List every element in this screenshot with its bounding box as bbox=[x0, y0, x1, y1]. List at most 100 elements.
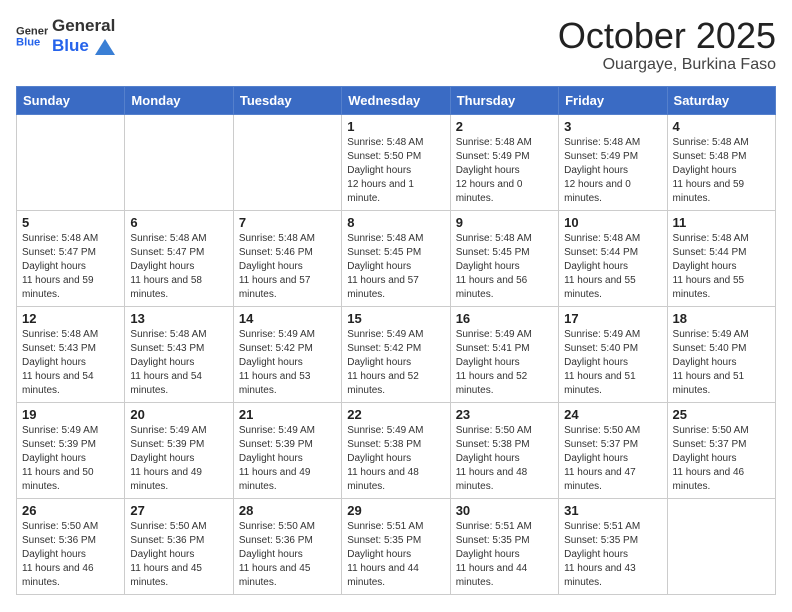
day-info: Sunrise: 5:48 AMSunset: 5:43 PMDaylight … bbox=[130, 328, 227, 398]
day-info: Sunrise: 5:51 AMSunset: 5:35 PMDaylight … bbox=[564, 520, 661, 590]
calendar-cell: 31 Sunrise: 5:51 AMSunset: 5:35 PMDayligh… bbox=[559, 498, 667, 594]
week-row-2: 5Sunrise: 5:48 AMSunset: 5:47 PMDaylight… bbox=[17, 210, 776, 306]
day-info: Sunrise: 5:48 AMSunset: 5:45 PMDaylight … bbox=[347, 232, 444, 302]
week-row-1: 1Sunrise: 5:48 AMSunset: 5:50 PMDaylight… bbox=[17, 114, 776, 210]
day-info: Sunrise: 5:48 AMSunset: 5:49 PMDaylight … bbox=[564, 136, 661, 206]
day-number: 14 bbox=[239, 311, 336, 326]
day-info: Sunrise: 5:48 AMSunset: 5:46 PMDaylight … bbox=[239, 232, 336, 302]
calendar-cell: 28Sunrise: 5:50 AMSunset: 5:36 PMDayligh… bbox=[233, 498, 341, 594]
calendar-cell: 26 Sunrise: 5:50 AMSunset: 5:36 PMDayligh… bbox=[17, 498, 125, 594]
day-number: 25 bbox=[673, 407, 770, 422]
day-number: 11 bbox=[673, 215, 770, 230]
day-info: Sunrise: 5:48 AMSunset: 5:48 PMDaylight … bbox=[673, 136, 770, 206]
day-info: Sunrise: 5:49 AMSunset: 5:39 PMDaylight … bbox=[22, 424, 119, 494]
day-info: Sunrise: 5:48 AMSunset: 5:45 PMDaylight … bbox=[456, 232, 553, 302]
calendar-cell: 10 Sunrise: 5:48 AMSunset: 5:44 PMDayligh… bbox=[559, 210, 667, 306]
calendar-cell: 16 Sunrise: 5:49 AMSunset: 5:41 PMDayligh… bbox=[450, 306, 558, 402]
day-info: Sunrise: 5:48 AMSunset: 5:44 PMDaylight … bbox=[673, 232, 770, 302]
calendar-cell bbox=[125, 114, 233, 210]
svg-text:Blue: Blue bbox=[16, 37, 40, 49]
day-info: Sunrise: 5:48 AMSunset: 5:49 PMDaylight … bbox=[456, 136, 553, 206]
day-info: Sunrise: 5:48 AMSunset: 5:47 PMDaylight … bbox=[22, 232, 119, 302]
day-number: 12 bbox=[22, 311, 119, 326]
calendar-cell: 25 Sunrise: 5:50 AMSunset: 5:37 PMDayligh… bbox=[667, 402, 775, 498]
day-number: 26 bbox=[22, 503, 119, 518]
calendar-cell: 8Sunrise: 5:48 AMSunset: 5:45 PMDaylight… bbox=[342, 210, 450, 306]
day-number: 29 bbox=[347, 503, 444, 518]
day-number: 9 bbox=[456, 215, 553, 230]
logo-icon: General Blue bbox=[16, 20, 48, 52]
day-number: 19 bbox=[22, 407, 119, 422]
calendar-cell: 30 Sunrise: 5:51 AMSunset: 5:35 PMDayligh… bbox=[450, 498, 558, 594]
day-info: Sunrise: 5:49 AMSunset: 5:39 PMDaylight … bbox=[239, 424, 336, 494]
day-info: Sunrise: 5:50 AMSunset: 5:37 PMDaylight … bbox=[564, 424, 661, 494]
weekday-header-saturday: Saturday bbox=[667, 86, 775, 114]
calendar-cell: 19 Sunrise: 5:49 AMSunset: 5:39 PMDayligh… bbox=[17, 402, 125, 498]
day-number: 4 bbox=[673, 119, 770, 134]
day-info: Sunrise: 5:49 AMSunset: 5:42 PMDaylight … bbox=[239, 328, 336, 398]
calendar-cell: 12Sunrise: 5:48 AMSunset: 5:43 PMDayligh… bbox=[17, 306, 125, 402]
calendar-cell bbox=[667, 498, 775, 594]
day-info: Sunrise: 5:50 AMSunset: 5:37 PMDaylight … bbox=[673, 424, 770, 494]
day-number: 13 bbox=[130, 311, 227, 326]
day-info: Sunrise: 5:50 AMSunset: 5:36 PMDaylight … bbox=[22, 520, 119, 590]
day-number: 22 bbox=[347, 407, 444, 422]
calendar-cell: 3Sunrise: 5:48 AMSunset: 5:49 PMDaylight… bbox=[559, 114, 667, 210]
day-info: Sunrise: 5:48 AMSunset: 5:44 PMDaylight … bbox=[564, 232, 661, 302]
calendar-table: SundayMondayTuesdayWednesdayThursdayFrid… bbox=[16, 86, 776, 595]
calendar-cell: 17Sunrise: 5:49 AMSunset: 5:40 PMDayligh… bbox=[559, 306, 667, 402]
location-text: Ouargaye, Burkina Faso bbox=[558, 56, 776, 74]
day-number: 18 bbox=[673, 311, 770, 326]
logo-general-text: General bbox=[52, 16, 115, 36]
day-number: 16 bbox=[456, 311, 553, 326]
day-number: 27 bbox=[130, 503, 227, 518]
page-header: General Blue General Blue October 2025 O… bbox=[16, 16, 776, 74]
day-number: 31 bbox=[564, 503, 661, 518]
calendar-cell: 4 Sunrise: 5:48 AMSunset: 5:48 PMDaylight… bbox=[667, 114, 775, 210]
weekday-header-monday: Monday bbox=[125, 86, 233, 114]
calendar-cell: 22 Sunrise: 5:49 AMSunset: 5:38 PMDayligh… bbox=[342, 402, 450, 498]
calendar-cell: 29Sunrise: 5:51 AMSunset: 5:35 PMDayligh… bbox=[342, 498, 450, 594]
day-info: Sunrise: 5:51 AMSunset: 5:35 PMDaylight … bbox=[456, 520, 553, 590]
day-info: Sunrise: 5:49 AMSunset: 5:40 PMDaylight … bbox=[673, 328, 770, 398]
calendar-cell: 15Sunrise: 5:49 AMSunset: 5:42 PMDayligh… bbox=[342, 306, 450, 402]
calendar-cell: 27Sunrise: 5:50 AMSunset: 5:36 PMDayligh… bbox=[125, 498, 233, 594]
calendar-cell: 18 Sunrise: 5:49 AMSunset: 5:40 PMDayligh… bbox=[667, 306, 775, 402]
day-number: 28 bbox=[239, 503, 336, 518]
weekday-header-tuesday: Tuesday bbox=[233, 86, 341, 114]
day-info: Sunrise: 5:49 AMSunset: 5:40 PMDaylight … bbox=[564, 328, 661, 398]
calendar-cell: 5Sunrise: 5:48 AMSunset: 5:47 PMDaylight… bbox=[17, 210, 125, 306]
day-info: Sunrise: 5:48 AMSunset: 5:50 PMDaylight … bbox=[347, 136, 444, 206]
weekday-header-row: SundayMondayTuesdayWednesdayThursdayFrid… bbox=[17, 86, 776, 114]
calendar-cell bbox=[233, 114, 341, 210]
calendar-cell: 20Sunrise: 5:49 AMSunset: 5:39 PMDayligh… bbox=[125, 402, 233, 498]
day-number: 10 bbox=[564, 215, 661, 230]
day-number: 6 bbox=[130, 215, 227, 230]
weekday-header-wednesday: Wednesday bbox=[342, 86, 450, 114]
calendar-cell: 14 Sunrise: 5:49 AMSunset: 5:42 PMDayligh… bbox=[233, 306, 341, 402]
calendar-cell: 11 Sunrise: 5:48 AMSunset: 5:44 PMDayligh… bbox=[667, 210, 775, 306]
month-title: October 2025 bbox=[558, 16, 776, 56]
logo: General Blue General Blue bbox=[16, 16, 115, 56]
day-number: 15 bbox=[347, 311, 444, 326]
title-block: October 2025 Ouargaye, Burkina Faso bbox=[558, 16, 776, 74]
day-info: Sunrise: 5:48 AMSunset: 5:47 PMDaylight … bbox=[130, 232, 227, 302]
calendar-cell: 1Sunrise: 5:48 AMSunset: 5:50 PMDaylight… bbox=[342, 114, 450, 210]
weekday-header-friday: Friday bbox=[559, 86, 667, 114]
logo-arrow-icon bbox=[95, 39, 115, 55]
day-info: Sunrise: 5:50 AMSunset: 5:38 PMDaylight … bbox=[456, 424, 553, 494]
week-row-3: 12 Sunrise: 5:48 AMSunset: 5:43 PMDayligh… bbox=[17, 306, 776, 402]
week-row-4: 19 Sunrise: 5:49 AMSunset: 5:39 PMDayligh… bbox=[17, 402, 776, 498]
day-info: Sunrise: 5:49 AMSunset: 5:41 PMDaylight … bbox=[456, 328, 553, 398]
day-info: Sunrise: 5:49 AMSunset: 5:39 PMDaylight … bbox=[130, 424, 227, 494]
day-number: 21 bbox=[239, 407, 336, 422]
calendar-cell: 13 Sunrise: 5:48 AMSunset: 5:43 PMDayligh… bbox=[125, 306, 233, 402]
day-info: Sunrise: 5:49 AMSunset: 5:38 PMDaylight … bbox=[347, 424, 444, 494]
day-number: 30 bbox=[456, 503, 553, 518]
logo-blue-text: Blue bbox=[52, 36, 89, 55]
svg-text:General: General bbox=[16, 25, 48, 37]
weekday-header-thursday: Thursday bbox=[450, 86, 558, 114]
day-number: 24 bbox=[564, 407, 661, 422]
calendar-cell: 24 Sunrise: 5:50 AMSunset: 5:37 PMDayligh… bbox=[559, 402, 667, 498]
calendar-cell: 9 Sunrise: 5:48 AMSunset: 5:45 PMDaylight… bbox=[450, 210, 558, 306]
